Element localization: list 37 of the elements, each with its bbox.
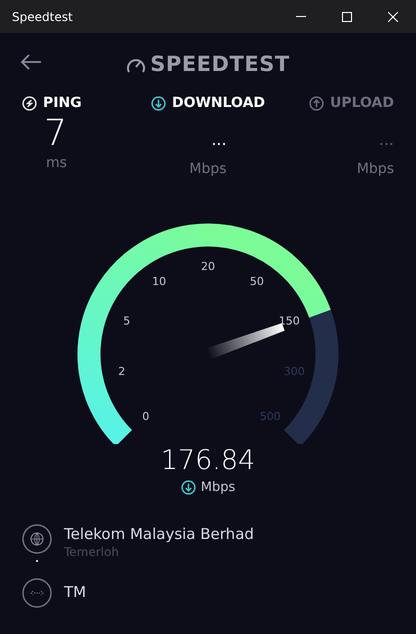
download-icon: [150, 96, 166, 111]
speed-unit: Mbps: [200, 479, 236, 497]
provider-name: Telekom Malaysia Berhad: [64, 524, 254, 544]
metric-unit: Mbps: [189, 160, 227, 178]
gauge-tick-label: 50: [250, 274, 264, 288]
globe-icon: [22, 524, 52, 554]
ping-icon: [22, 96, 37, 111]
close-icon: [388, 12, 398, 22]
maximize-icon: [342, 12, 352, 22]
server-name: TM: [64, 582, 86, 604]
gauge-tick-label: 5: [123, 314, 130, 328]
gauge-logo-icon: [126, 56, 146, 74]
upload-icon: [308, 96, 324, 111]
metric-label: DOWNLOAD: [172, 94, 266, 113]
gauge-tick-label: 300: [284, 365, 305, 378]
gauge-tick-label: 20: [201, 260, 215, 273]
server-icon: [22, 578, 52, 608]
metric-label: UPLOAD: [330, 94, 394, 113]
window-title: Speedtest: [12, 8, 74, 26]
gauge-tick-label: 0: [142, 410, 150, 424]
metric-unit: Mbps: [356, 160, 394, 178]
metric-value: ...: [378, 129, 394, 151]
metric-unit: ms: [46, 154, 67, 172]
provider-location: Temerloh: [64, 544, 120, 560]
download-icon: [180, 480, 196, 496]
speed-reading: 176.84: [160, 446, 256, 476]
gauge-tick-label: 500: [260, 410, 281, 424]
gauge-tick-label: 150: [278, 314, 300, 328]
metric-label: PING: [43, 94, 82, 113]
gauge-tick-label: 2: [118, 365, 126, 378]
metric-value: ...: [211, 129, 227, 151]
metric-value: 7: [44, 114, 67, 154]
gauge-tick-label: 10: [152, 274, 166, 288]
back-button[interactable]: [20, 53, 42, 71]
back-arrow-icon: [20, 53, 42, 71]
minimize-icon: [296, 16, 306, 17]
logo-text: SPEEDTEST: [150, 51, 290, 78]
